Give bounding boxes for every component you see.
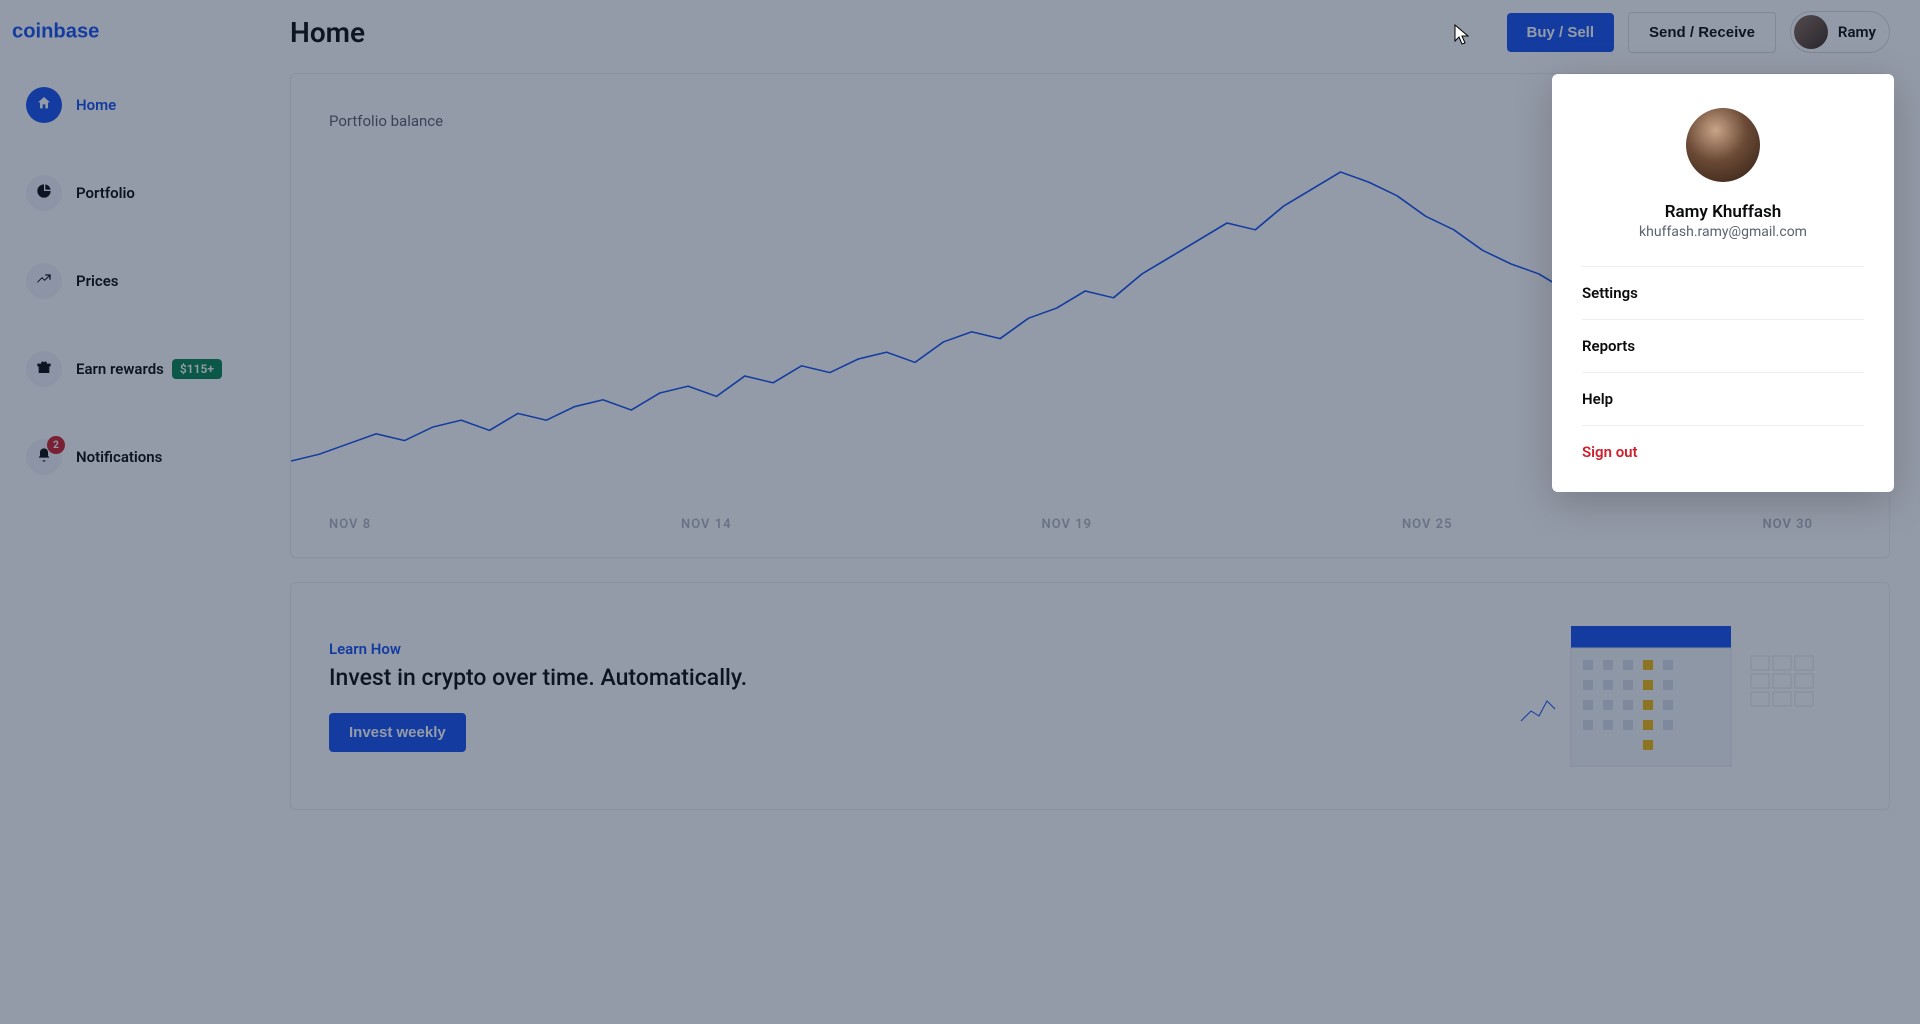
dropdown-user-email: khuffash.ramy@gmail.com <box>1582 224 1864 240</box>
dropdown-user-name: Ramy Khuffash <box>1582 202 1864 222</box>
dropdown-avatar <box>1686 108 1760 182</box>
dropdown-item-settings[interactable]: Settings <box>1582 266 1864 319</box>
profile-dropdown: Ramy Khuffash khuffash.ramy@gmail.com Se… <box>1552 74 1894 492</box>
dropdown-item-signout[interactable]: Sign out <box>1582 425 1864 478</box>
dropdown-item-reports[interactable]: Reports <box>1582 319 1864 372</box>
dropdown-item-help[interactable]: Help <box>1582 372 1864 425</box>
